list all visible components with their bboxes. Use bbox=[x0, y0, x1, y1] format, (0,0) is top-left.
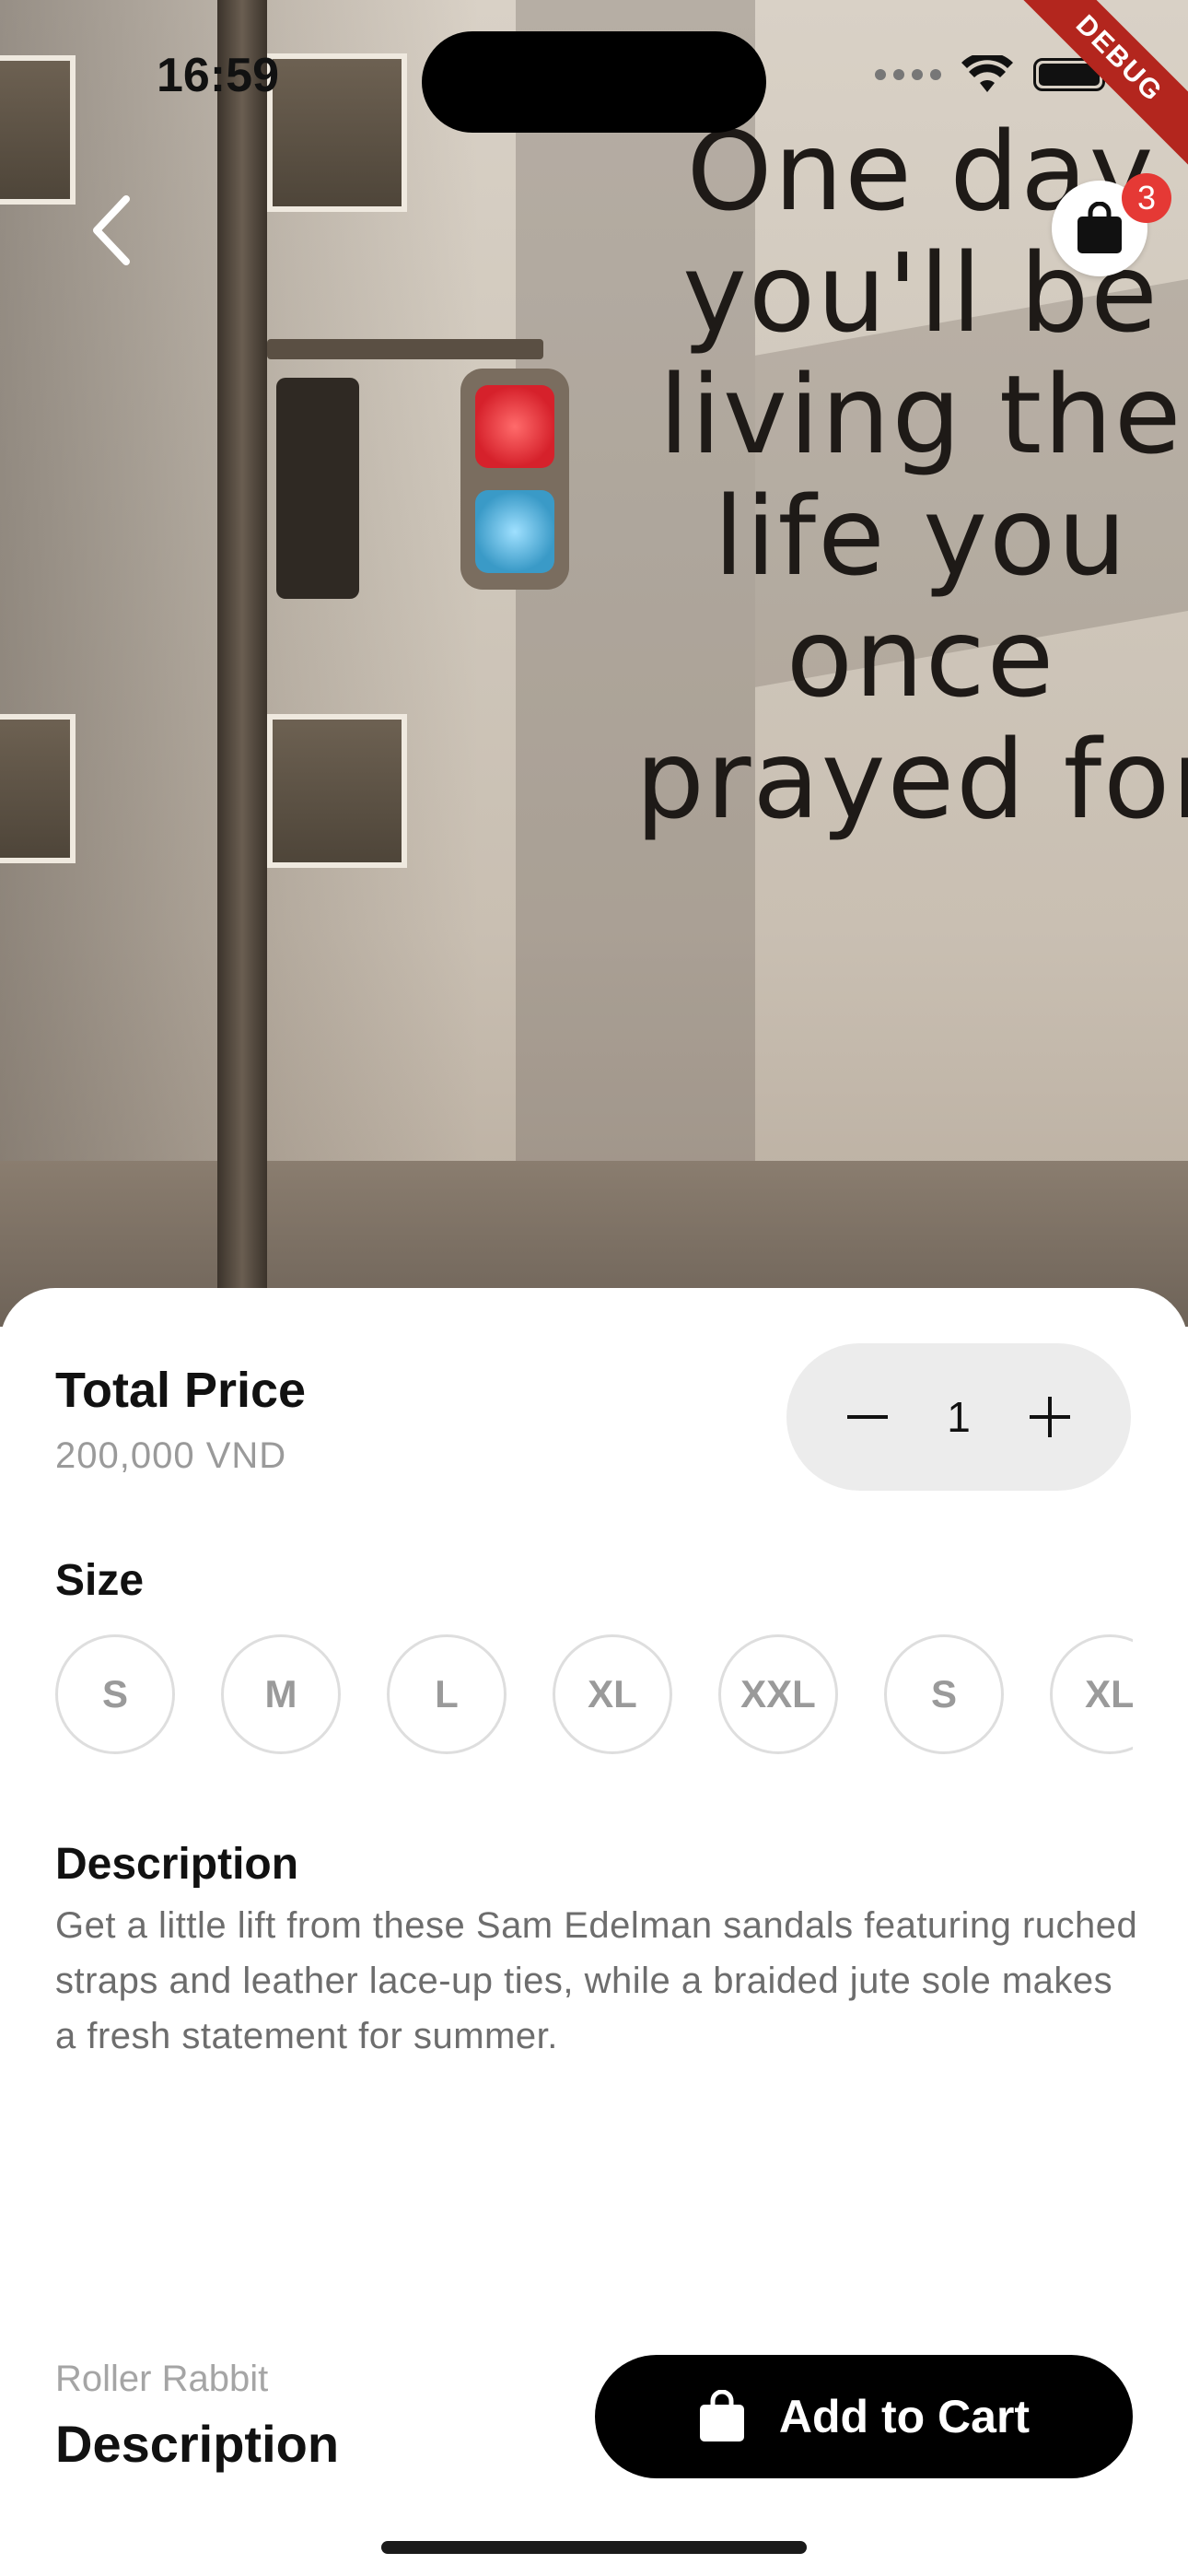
decrease-quantity-button[interactable] bbox=[842, 1391, 893, 1443]
description-text: Get a little lift from these Sam Edelman… bbox=[55, 1905, 1138, 2056]
traffic-arm bbox=[267, 339, 543, 359]
size-option[interactable]: XL bbox=[553, 1634, 672, 1754]
photo-window bbox=[267, 714, 407, 868]
signal-walk-lamp bbox=[475, 490, 554, 573]
shopping-bag-icon bbox=[1077, 202, 1122, 253]
size-option[interactable]: M bbox=[221, 1634, 341, 1754]
size-option[interactable]: S bbox=[55, 1634, 175, 1754]
signal-red-lamp bbox=[475, 385, 554, 468]
size-label: Size bbox=[55, 1556, 145, 1605]
cart-count-badge: 3 bbox=[1122, 173, 1171, 223]
plus-icon bbox=[1030, 1397, 1070, 1437]
wall-text-line: prayed for bbox=[635, 716, 1188, 843]
minus-icon bbox=[847, 1415, 888, 1419]
total-price-label: Total Price bbox=[55, 1363, 307, 1418]
description-label: Description bbox=[55, 1840, 299, 1889]
traffic-pole bbox=[217, 0, 267, 1327]
total-price-value: 200,000 VND bbox=[55, 1435, 287, 1476]
photo-window bbox=[267, 53, 407, 212]
wifi-icon bbox=[961, 55, 1013, 92]
dynamic-island bbox=[422, 31, 766, 133]
size-option[interactable]: XXL bbox=[718, 1634, 838, 1754]
status-icons bbox=[875, 55, 1111, 94]
wall-text-line: once bbox=[786, 594, 1056, 721]
add-to-cart-label: Add to Cart bbox=[778, 2391, 1031, 2442]
status-time: 16:59 bbox=[157, 49, 279, 102]
wall-text-line: living the bbox=[658, 351, 1183, 478]
quantity-value: 1 bbox=[947, 1393, 971, 1441]
size-option[interactable]: XL bbox=[1050, 1634, 1133, 1754]
signal-icon bbox=[875, 69, 941, 80]
size-option[interactable]: S bbox=[884, 1634, 1004, 1754]
wall-text-line: life you bbox=[713, 473, 1129, 600]
back-button[interactable] bbox=[74, 184, 147, 276]
add-to-cart-button[interactable]: Add to Cart bbox=[595, 2355, 1133, 2478]
product-name: Description bbox=[55, 2415, 340, 2473]
photo-window bbox=[0, 55, 76, 205]
increase-quantity-button[interactable] bbox=[1024, 1391, 1076, 1443]
traffic-signal-back bbox=[276, 378, 359, 599]
brand-name: Roller Rabbit bbox=[55, 2359, 269, 2399]
photo-window bbox=[0, 714, 76, 863]
quantity-stepper: 1 bbox=[786, 1343, 1131, 1491]
home-indicator[interactable] bbox=[381, 2541, 807, 2554]
shopping-bag-icon bbox=[699, 2390, 744, 2441]
chevron-left-icon bbox=[93, 195, 130, 265]
product-image: One day you'll be living the life you on… bbox=[0, 0, 1188, 1327]
product-detail-sheet: Total Price 200,000 VND 1 Size S M L XL XXL S… bbox=[0, 1288, 1188, 2576]
size-selector: S M L XL XXL S XL bbox=[55, 1634, 1133, 1763]
size-option[interactable]: L bbox=[387, 1634, 507, 1754]
